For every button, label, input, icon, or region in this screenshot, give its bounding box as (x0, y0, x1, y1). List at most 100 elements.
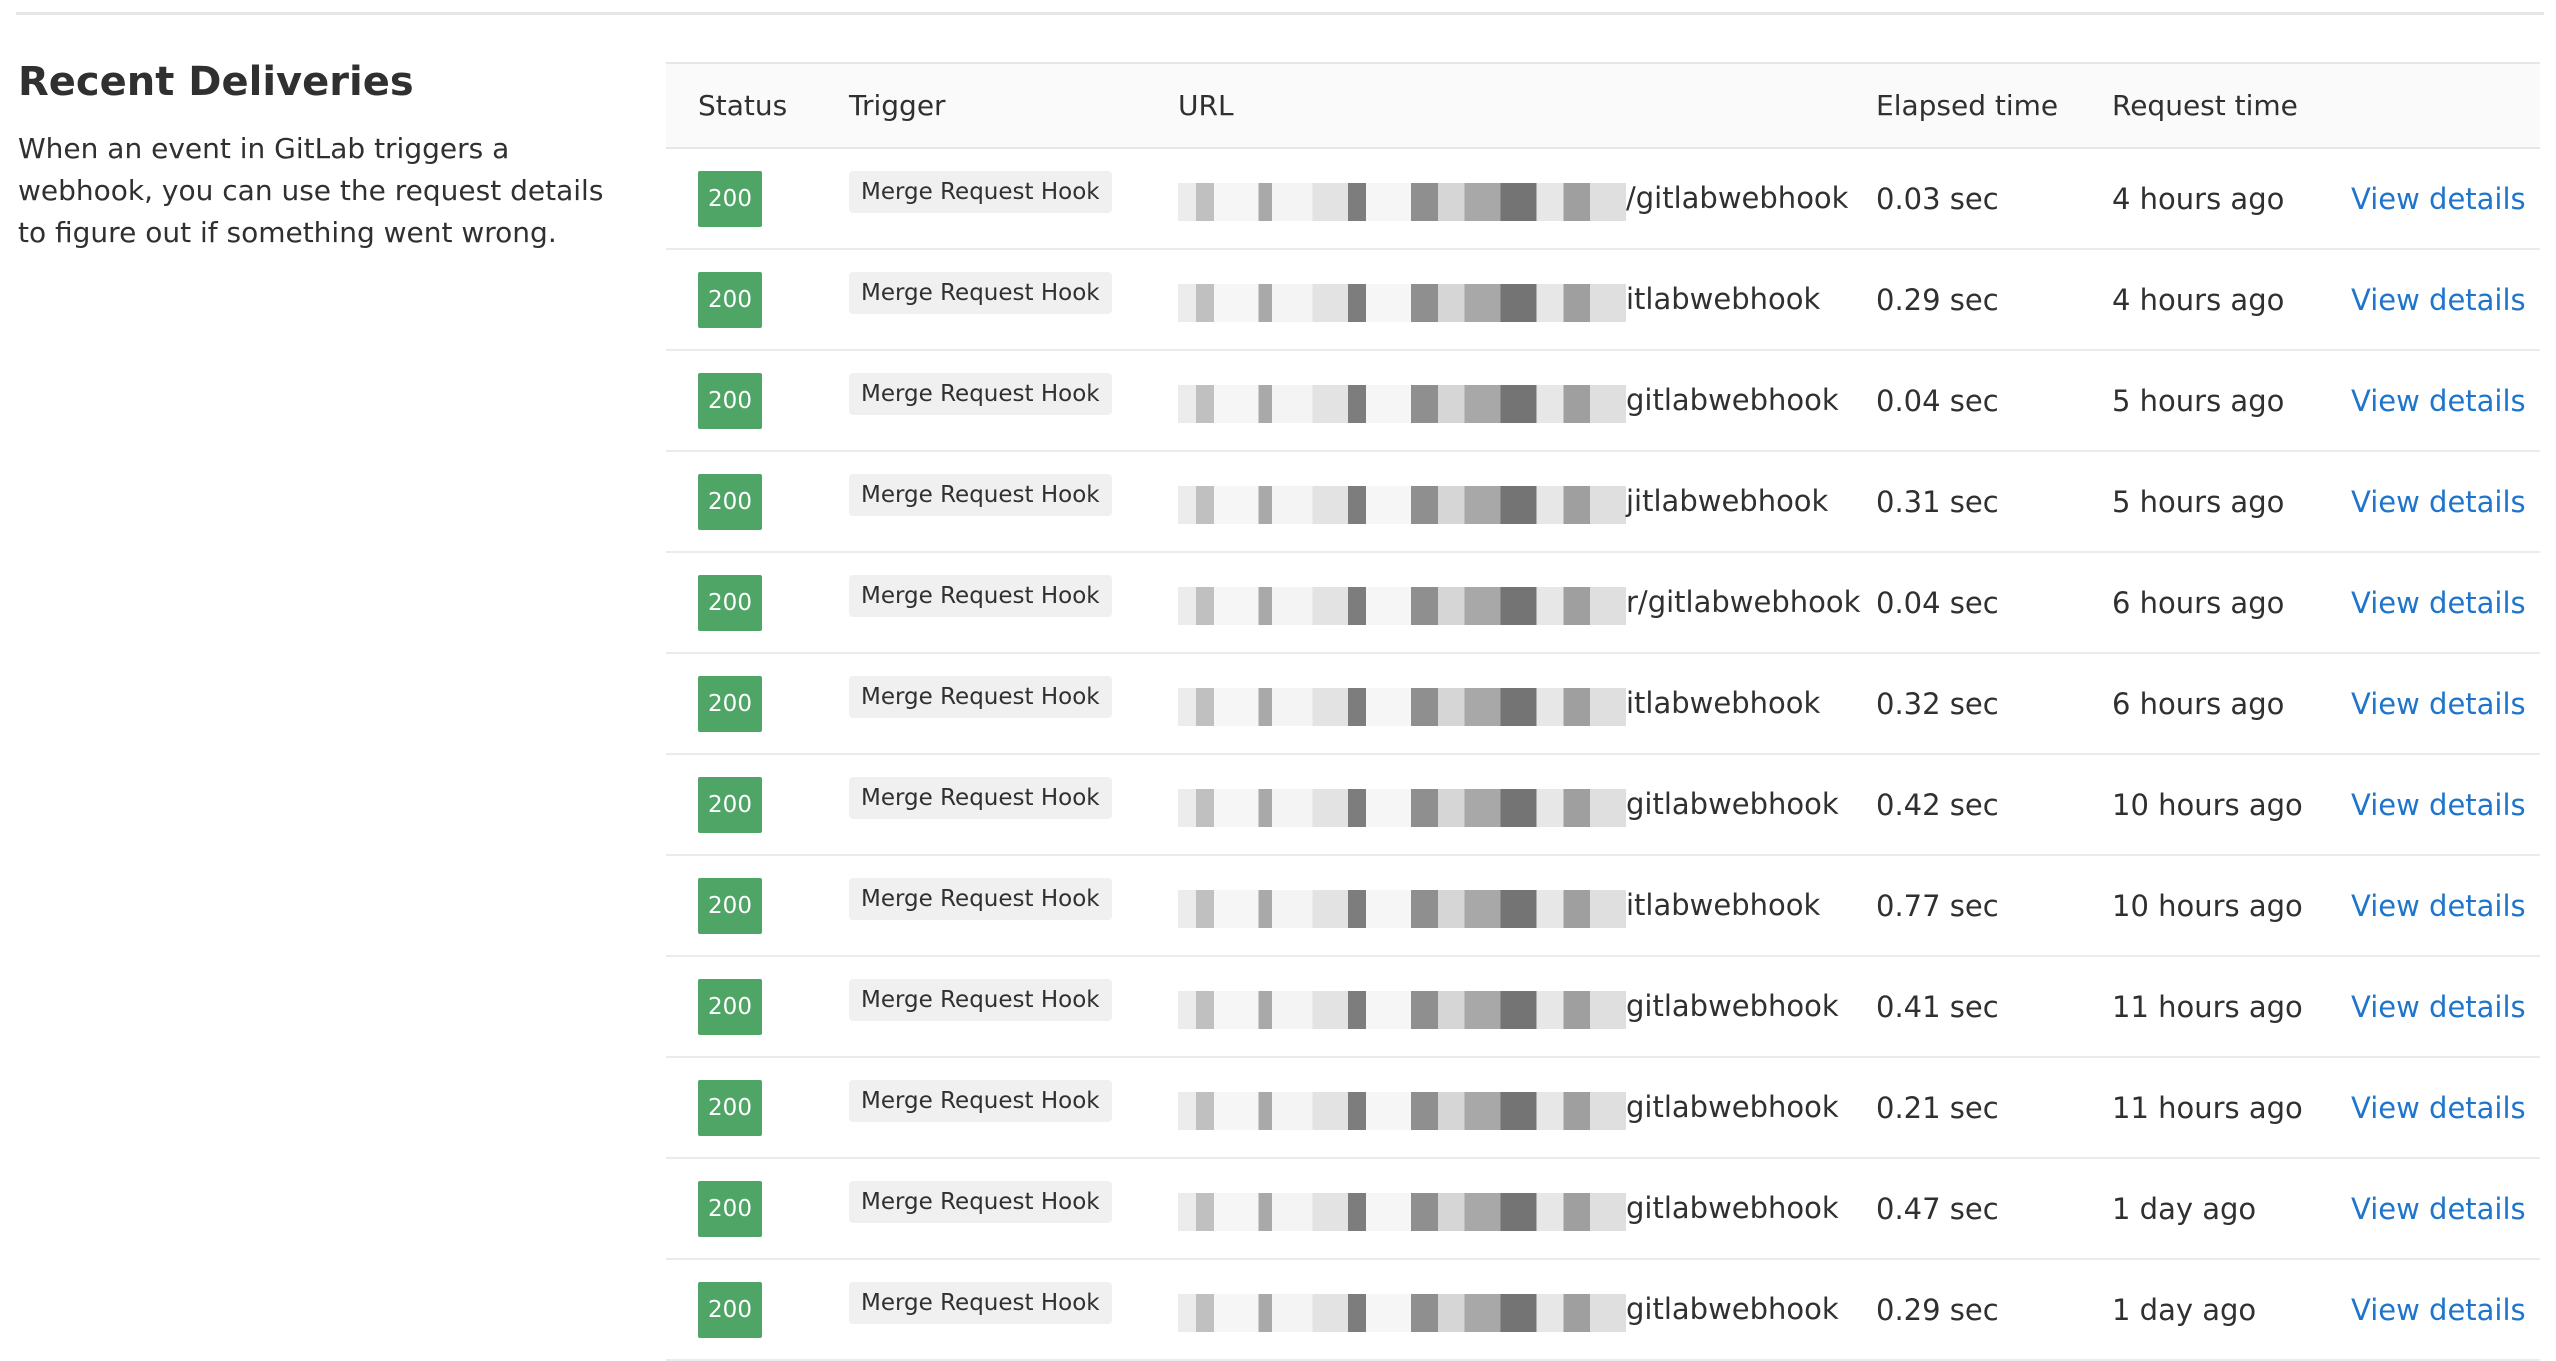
trigger-badge: Merge Request Hook (849, 474, 1112, 516)
request-time-cell: 4 hours ago (2112, 282, 2285, 317)
action-cell: View details (2351, 552, 2540, 653)
trigger-cell: Merge Request Hook (849, 148, 1178, 249)
table-row: 200 Merge Request Hook gitlabwebhook 0.4… (666, 956, 2540, 1057)
trigger-badge: Merge Request Hook (849, 575, 1112, 617)
trigger-cell: Merge Request Hook (849, 1259, 1178, 1360)
url-text: gitlabwebhook (1626, 989, 1839, 1023)
view-details-link[interactable]: View details (2351, 687, 2526, 721)
deliveries-table-container: Status Trigger URL Elapsed time Request … (666, 62, 2540, 1361)
elapsed-time-cell: 0.29 sec (1876, 282, 1999, 317)
status-cell: 200 (666, 956, 849, 1057)
status-badge: 200 (698, 675, 762, 732)
action-cell: View details (2351, 148, 2540, 249)
table-row: 200 Merge Request Hook /gitlabwebhook 0.… (666, 148, 2540, 249)
action-cell: View details (2351, 249, 2540, 350)
url-cell: itlabwebhook (1178, 855, 1876, 956)
trigger-cell: Merge Request Hook (849, 552, 1178, 653)
trigger-cell: Merge Request Hook (849, 249, 1178, 350)
status-badge: 200 (698, 372, 762, 429)
view-details-link[interactable]: View details (2351, 889, 2526, 923)
status-badge: 200 (698, 574, 762, 631)
table-row: 200 Merge Request Hook gitlabwebhook 0.0… (666, 350, 2540, 451)
trigger-cell: Merge Request Hook (849, 1057, 1178, 1158)
request-time-cell: 5 hours ago (2112, 484, 2285, 519)
url-text: itlabwebhook (1626, 686, 1821, 720)
view-details-link[interactable]: View details (2351, 182, 2526, 216)
url-redacted-block (1178, 587, 1626, 625)
url-text: gitlabwebhook (1626, 1292, 1839, 1326)
elapsed-time-cell: 0.04 sec (1876, 585, 1999, 620)
status-cell: 200 (666, 148, 849, 249)
view-details-link[interactable]: View details (2351, 1192, 2526, 1226)
trigger-cell: Merge Request Hook (849, 956, 1178, 1057)
view-details-link[interactable]: View details (2351, 1293, 2526, 1327)
elapsed-time-cell: 0.29 sec (1876, 1292, 1999, 1327)
elapsed-time-cell: 0.03 sec (1876, 181, 1999, 216)
status-cell: 200 (666, 1259, 849, 1360)
url-text: itlabwebhook (1626, 888, 1821, 922)
view-details-link[interactable]: View details (2351, 990, 2526, 1024)
url-text: jitlabwebhook (1626, 484, 1829, 518)
status-badge: 200 (698, 877, 762, 934)
status-cell: 200 (666, 1158, 849, 1259)
status-cell: 200 (666, 552, 849, 653)
status-cell: 200 (666, 350, 849, 451)
request-time-cell: 10 hours ago (2112, 787, 2303, 822)
table-row: 200 Merge Request Hook itlabwebhook 0.32… (666, 653, 2540, 754)
url-cell: gitlabwebhook (1178, 754, 1876, 855)
section-intro: Recent Deliveries When an event in GitLa… (18, 58, 618, 254)
view-details-link[interactable]: View details (2351, 485, 2526, 519)
elapsed-time-cell: 0.77 sec (1876, 888, 1999, 923)
trigger-badge: Merge Request Hook (849, 171, 1112, 213)
status-cell: 200 (666, 855, 849, 956)
trigger-cell: Merge Request Hook (849, 855, 1178, 956)
header-trigger: Trigger (849, 89, 946, 122)
action-cell: View details (2351, 653, 2540, 754)
url-cell: jitlabwebhook (1178, 451, 1876, 552)
url-cell: itlabwebhook (1178, 249, 1876, 350)
status-cell: 200 (666, 451, 849, 552)
elapsed-time-cell: 0.04 sec (1876, 383, 1999, 418)
request-time-cell: 11 hours ago (2112, 989, 2303, 1024)
elapsed-time-cell: 0.47 sec (1876, 1191, 1999, 1226)
header-actions (2351, 63, 2540, 148)
trigger-badge: Merge Request Hook (849, 676, 1112, 718)
view-details-link[interactable]: View details (2351, 283, 2526, 317)
trigger-badge: Merge Request Hook (849, 777, 1112, 819)
url-redacted-block (1178, 1193, 1626, 1231)
action-cell: View details (2351, 350, 2540, 451)
request-time-cell: 1 day ago (2112, 1191, 2257, 1226)
trigger-cell: Merge Request Hook (849, 653, 1178, 754)
elapsed-time-cell: 0.42 sec (1876, 787, 1999, 822)
status-badge: 200 (698, 473, 762, 530)
request-time-cell: 5 hours ago (2112, 383, 2285, 418)
trigger-badge: Merge Request Hook (849, 272, 1112, 314)
url-cell: gitlabwebhook (1178, 1259, 1876, 1360)
top-divider (16, 12, 2544, 15)
status-badge: 200 (698, 170, 762, 227)
elapsed-time-cell: 0.32 sec (1876, 686, 1999, 721)
section-description: When an event in GitLab triggers a webho… (18, 132, 604, 249)
url-redacted-block (1178, 183, 1626, 221)
header-elapsed-time: Elapsed time (1876, 89, 2059, 122)
url-cell: itlabwebhook (1178, 653, 1876, 754)
url-text: /gitlabwebhook (1626, 181, 1849, 215)
trigger-badge: Merge Request Hook (849, 979, 1112, 1021)
trigger-cell: Merge Request Hook (849, 1158, 1178, 1259)
status-cell: 200 (666, 249, 849, 350)
view-details-link[interactable]: View details (2351, 1091, 2526, 1125)
view-details-link[interactable]: View details (2351, 788, 2526, 822)
trigger-cell: Merge Request Hook (849, 754, 1178, 855)
url-cell: gitlabwebhook (1178, 1158, 1876, 1259)
url-redacted-block (1178, 284, 1626, 322)
request-time-cell: 6 hours ago (2112, 686, 2285, 721)
status-cell: 200 (666, 754, 849, 855)
view-details-link[interactable]: View details (2351, 586, 2526, 620)
header-url: URL (1178, 89, 1234, 122)
status-badge: 200 (698, 1079, 762, 1136)
table-row: 200 Merge Request Hook jitlabwebhook 0.3… (666, 451, 2540, 552)
view-details-link[interactable]: View details (2351, 384, 2526, 418)
url-text: r/gitlabwebhook (1626, 585, 1861, 619)
status-badge: 200 (698, 1281, 762, 1338)
status-badge: 200 (698, 1180, 762, 1237)
